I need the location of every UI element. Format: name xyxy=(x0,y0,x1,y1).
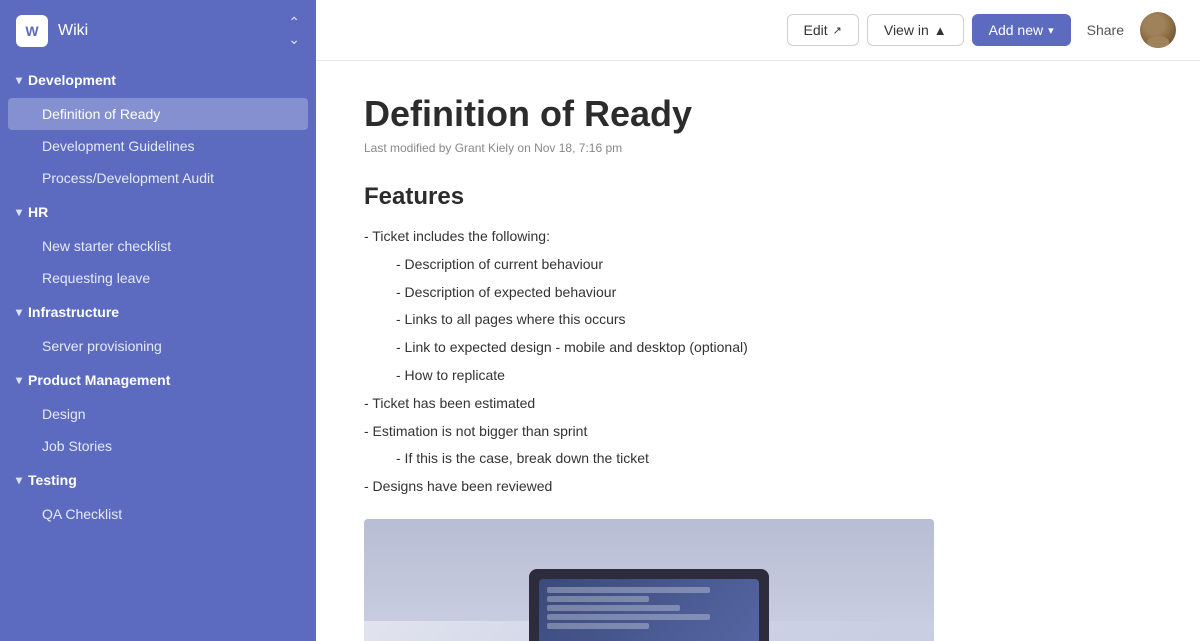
page-title: Definition of Ready xyxy=(364,93,1152,135)
edit-label: Edit xyxy=(804,22,828,38)
screen-line xyxy=(547,605,680,611)
body-line-9: - If this is the case, break down the ti… xyxy=(364,447,1152,471)
avatar xyxy=(1140,12,1176,48)
sidebar-section-label: HR xyxy=(28,204,48,220)
view-in-label: View in xyxy=(884,22,929,38)
laptop-graphic xyxy=(529,569,769,641)
page-content: Definition of Ready Last modified by Gra… xyxy=(316,61,1200,641)
sidebar-section-infrastructure[interactable]: ▾ Infrastructure xyxy=(0,294,316,330)
chevron-down-icon: ▾ xyxy=(16,373,22,387)
add-new-button[interactable]: Add new ▾ xyxy=(972,14,1071,46)
body-line-5: - Link to expected design - mobile and d… xyxy=(364,336,1152,360)
content-body: - Ticket includes the following: - Descr… xyxy=(364,225,1152,499)
body-line-3: - Description of expected behaviour xyxy=(364,281,1152,305)
external-link-icon: ↗ xyxy=(833,24,842,37)
screen-line xyxy=(547,596,649,602)
wiki-title: Wiki xyxy=(58,22,278,40)
body-line-4: - Links to all pages where this occurs xyxy=(364,308,1152,332)
sidebar-item-process-development-audit[interactable]: Process/Development Audit xyxy=(0,162,316,194)
screen-line xyxy=(547,614,710,620)
nav-section-product-management: ▾ Product Management Design Job Stories xyxy=(0,362,316,462)
sidebar-section-development-items: Definition of Ready Development Guidelin… xyxy=(0,98,316,194)
page-image xyxy=(364,519,934,641)
sidebar-item-definition-of-ready[interactable]: Definition of Ready xyxy=(8,98,308,130)
sidebar-section-label: Infrastructure xyxy=(28,304,119,320)
chevron-down-icon: ▾ xyxy=(16,73,22,87)
body-line-6: - How to replicate xyxy=(364,364,1152,388)
nav-section-infrastructure: ▾ Infrastructure Server provisioning xyxy=(0,294,316,362)
sidebar-section-label: Product Management xyxy=(28,372,170,388)
sidebar-section-hr[interactable]: ▾ HR xyxy=(0,194,316,230)
workspace-switcher-icon[interactable]: ⌃⌄ xyxy=(288,14,300,48)
sidebar-item-development-guidelines[interactable]: Development Guidelines xyxy=(0,130,316,162)
body-line-7: - Ticket has been estimated xyxy=(364,392,1152,416)
sidebar: W Wiki ⌃⌄ ▾ Development Definition of Re… xyxy=(0,0,316,641)
sidebar-section-testing-items: QA Checklist xyxy=(0,498,316,530)
wiki-icon: W xyxy=(16,15,48,47)
google-drive-icon: ▲ xyxy=(934,23,947,38)
sidebar-section-label: Testing xyxy=(28,472,77,488)
body-line-10: - Designs have been reviewed xyxy=(364,475,1152,499)
nav-section-hr: ▾ HR New starter checklist Requesting le… xyxy=(0,194,316,294)
features-heading: Features xyxy=(364,183,1152,211)
sidebar-section-product-management[interactable]: ▾ Product Management xyxy=(0,362,316,398)
sidebar-header: W Wiki ⌃⌄ xyxy=(0,0,316,62)
sidebar-item-job-stories[interactable]: Job Stories xyxy=(0,430,316,462)
chevron-down-icon: ▾ xyxy=(16,205,22,219)
body-line-8: - Estimation is not bigger than sprint xyxy=(364,420,1152,444)
sidebar-section-product-management-items: Design Job Stories xyxy=(0,398,316,462)
sidebar-section-testing[interactable]: ▾ Testing xyxy=(0,462,316,498)
dropdown-arrow-icon: ▾ xyxy=(1048,24,1054,37)
sidebar-item-design[interactable]: Design xyxy=(0,398,316,430)
topbar: Edit ↗ View in ▲ Add new ▾ Share xyxy=(316,0,1200,61)
laptop-screen xyxy=(539,579,759,641)
sidebar-item-server-provisioning[interactable]: Server provisioning xyxy=(0,330,316,362)
screen-line xyxy=(547,623,649,629)
share-button[interactable]: Share xyxy=(1079,15,1132,45)
sidebar-section-infrastructure-items: Server provisioning xyxy=(0,330,316,362)
view-in-button[interactable]: View in ▲ xyxy=(867,14,964,46)
share-label: Share xyxy=(1087,22,1124,38)
chevron-down-icon: ▾ xyxy=(16,473,22,487)
add-new-label: Add new xyxy=(989,22,1043,38)
nav-section-testing: ▾ Testing QA Checklist xyxy=(0,462,316,530)
sidebar-item-requesting-leave[interactable]: Requesting leave xyxy=(0,262,316,294)
edit-button[interactable]: Edit ↗ xyxy=(787,14,859,46)
body-line-2: - Description of current behaviour xyxy=(364,253,1152,277)
chevron-down-icon: ▾ xyxy=(16,305,22,319)
sidebar-section-development[interactable]: ▾ Development xyxy=(0,62,316,98)
main-area: Edit ↗ View in ▲ Add new ▾ Share Definit… xyxy=(316,0,1200,641)
sidebar-item-qa-checklist[interactable]: QA Checklist xyxy=(0,498,316,530)
sidebar-section-hr-items: New starter checklist Requesting leave xyxy=(0,230,316,294)
sidebar-section-label: Development xyxy=(28,72,116,88)
body-line-1: - Ticket includes the following: xyxy=(364,225,1152,249)
screen-line xyxy=(547,587,710,593)
sidebar-item-new-starter-checklist[interactable]: New starter checklist xyxy=(0,230,316,262)
page-meta: Last modified by Grant Kiely on Nov 18, … xyxy=(364,141,1152,155)
laptop-screen-content xyxy=(539,579,759,641)
nav-section-development: ▾ Development Definition of Ready Develo… xyxy=(0,62,316,194)
